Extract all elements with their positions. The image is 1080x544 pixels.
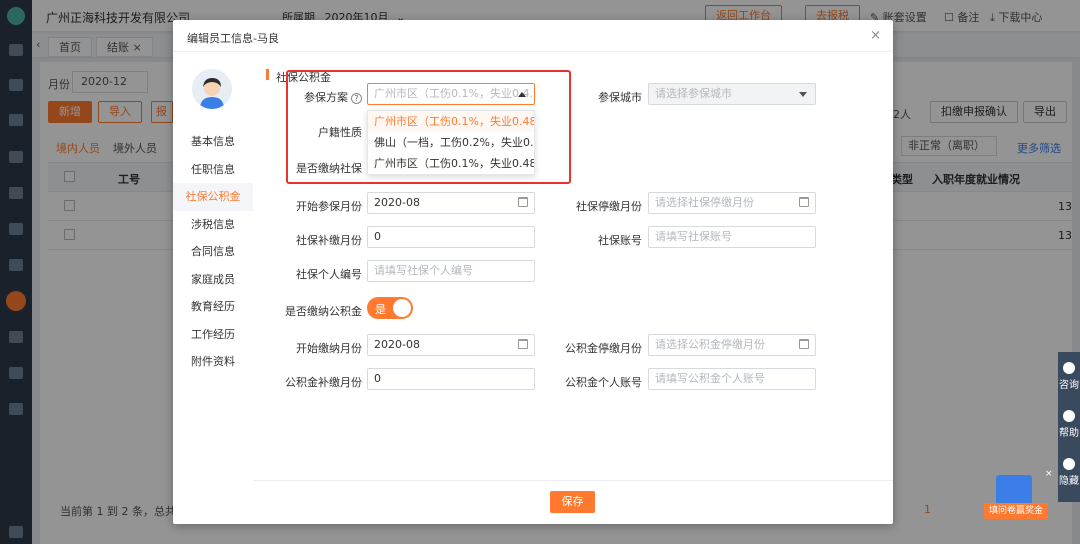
start-month-label: 开始参保月份 [296,200,362,213]
side-nav-position-info[interactable]: 任职信息 [173,156,253,184]
modal-title: 编辑员工信息-马良 [187,32,279,45]
fund-start-input[interactable]: 2020-08 [367,334,535,356]
modal-header: 编辑员工信息-马良 × [173,20,893,52]
city-select[interactable]: 请选择参保城市 [648,83,816,105]
toggle-knob [393,299,411,317]
hide-button[interactable]: 隐藏 [1058,458,1080,487]
fund-account-placeholder: 请填写公积金个人账号 [655,372,765,385]
consult-label: 咨询 [1059,380,1079,391]
question-icon [1063,362,1075,374]
close-icon[interactable]: × [1045,469,1053,479]
calendar-icon [799,339,809,349]
fund-backpay-label: 公积金补缴月份 [285,376,362,389]
personal-no-placeholder: 请填写社保个人编号 [374,264,473,277]
fund-stop-input[interactable]: 请选择公积金停缴月份 [648,334,816,356]
fund-backpay-input[interactable]: 0 [367,368,535,390]
side-nav-attachments[interactable]: 附件资料 [173,348,253,376]
fund-toggle-label: 是否缴纳公积金 [285,305,362,318]
stop-month-label: 社保停缴月份 [576,200,642,213]
help-button[interactable]: 帮助 [1058,410,1080,439]
start-month-value: 2020-08 [374,196,420,209]
calendar-icon [518,197,528,207]
help-label: 帮助 [1059,428,1079,439]
calendar-icon [518,339,528,349]
hide-label: 隐藏 [1059,476,1079,487]
personal-no-input[interactable]: 请填写社保个人编号 [367,260,535,282]
side-nav-education[interactable]: 教育经历 [173,293,253,321]
city-select-placeholder: 请选择参保城市 [655,87,732,100]
side-nav-social-insurance[interactable]: 社保公积金 [173,183,253,211]
survey-promo-label: 填问卷赢奖金 [984,503,1048,519]
side-nav-family[interactable]: 家庭成员 [173,266,253,294]
fund-account-label: 公积金个人账号 [565,376,642,389]
side-nav-contract-info[interactable]: 合同信息 [173,238,253,266]
consult-button[interactable]: 咨询 [1058,362,1080,391]
floating-help-panel: 咨询 帮助 隐藏 [1058,352,1080,502]
chevron-down-icon [799,92,807,97]
city-label: 参保城市 [598,91,642,104]
backpay-value: 0 [374,230,381,243]
personal-no-label: 社保个人编号 [296,268,362,281]
arrow-right-icon [1063,458,1075,470]
stop-month-placeholder: 请选择社保停缴月份 [655,196,754,209]
fund-toggle-value: 是 [375,303,386,316]
social-account-input[interactable]: 请填写社保账号 [648,226,816,248]
survey-promo[interactable]: 填问卷赢奖金 [984,475,1048,521]
fund-start-label: 开始缴纳月份 [296,342,362,355]
close-icon[interactable]: × [870,28,881,43]
fund-toggle[interactable]: 是 [367,297,413,319]
calendar-icon [799,197,809,207]
modal-footer: 保存 [253,480,893,524]
annotation-highlight-box [286,70,571,184]
fund-stop-label: 公积金停缴月份 [565,342,642,355]
social-account-placeholder: 请填写社保账号 [655,230,732,243]
stop-month-input[interactable]: 请选择社保停缴月份 [648,192,816,214]
fund-backpay-value: 0 [374,372,381,385]
fund-stop-placeholder: 请选择公积金停缴月份 [655,338,765,351]
avatar [192,69,232,109]
side-nav-tax-info[interactable]: 涉税信息 [173,211,253,239]
backpay-label: 社保补缴月份 [296,234,362,247]
backpay-input[interactable]: 0 [367,226,535,248]
start-month-input[interactable]: 2020-08 [367,192,535,214]
social-account-label: 社保账号 [598,234,642,247]
fund-account-input[interactable]: 请填写公积金个人账号 [648,368,816,390]
side-nav-basic-info[interactable]: 基本信息 [173,128,253,156]
fund-start-value: 2020-08 [374,338,420,351]
side-nav-work-history[interactable]: 工作经历 [173,321,253,349]
modal-side-nav: 基本信息 任职信息 社保公积金 涉税信息 合同信息 家庭成员 教育经历 工作经历… [173,128,253,376]
help-doc-icon [1063,410,1075,422]
survey-card-icon [996,475,1032,505]
save-button[interactable]: 保存 [550,491,595,513]
